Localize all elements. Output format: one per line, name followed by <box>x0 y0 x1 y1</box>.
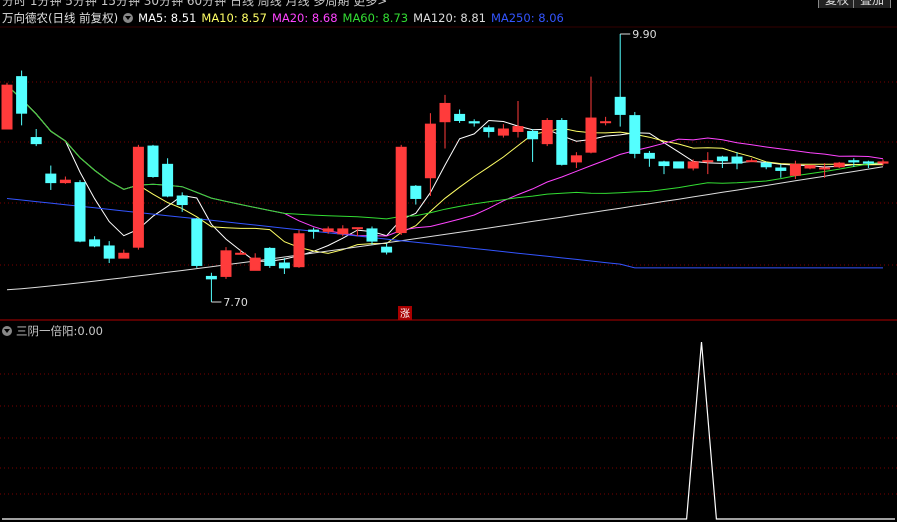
candle-body <box>760 162 772 168</box>
candle-body <box>877 161 889 164</box>
candle-body <box>205 275 217 280</box>
candle-body <box>264 247 276 266</box>
candle-body <box>819 167 831 170</box>
candle-body <box>89 239 101 247</box>
candle-body <box>804 165 816 169</box>
candle-body <box>118 252 130 259</box>
candle-body <box>308 229 320 232</box>
indicator-value: 0.00 <box>77 324 103 338</box>
candle-body <box>862 161 874 164</box>
candle-body <box>527 130 539 140</box>
candle-body <box>468 121 480 124</box>
candle-body <box>74 182 86 242</box>
candle-body <box>687 161 699 169</box>
candle-body <box>658 161 670 167</box>
indicator-name: 三阴一倍阳 <box>16 324 74 338</box>
candle-body <box>600 121 612 124</box>
candle-body <box>293 233 305 268</box>
candle-body <box>585 117 597 153</box>
candle-body <box>410 185 422 199</box>
candle-body <box>351 227 363 230</box>
candle-body <box>191 218 203 266</box>
candle-body <box>570 155 582 163</box>
candle-body <box>848 160 860 163</box>
candle-body <box>45 173 57 184</box>
candle-body <box>366 228 378 242</box>
candle-body <box>439 102 451 123</box>
candle-body <box>395 146 407 234</box>
candle-body <box>16 76 28 114</box>
candle-body <box>716 156 728 162</box>
indicator-line <box>2 341 895 520</box>
candle-body <box>381 246 393 253</box>
candle-body <box>322 228 334 232</box>
candle-body <box>1 84 13 130</box>
candle-body <box>556 119 568 165</box>
candle-body <box>833 162 845 168</box>
kline-chart[interactable]: 9.90 7.70 涨 <box>0 0 897 522</box>
candle-body <box>673 161 685 169</box>
dropdown-icon[interactable] <box>2 326 12 336</box>
candle-body <box>147 145 159 178</box>
candle-body <box>541 119 553 145</box>
candle-body <box>337 228 349 235</box>
candle-body <box>454 113 466 121</box>
candle-body <box>30 137 42 145</box>
candle-body <box>497 128 509 136</box>
candle-body <box>162 163 174 197</box>
candle-body <box>132 146 144 248</box>
candle-body <box>278 262 290 269</box>
candle-body <box>483 127 495 132</box>
candle-body <box>59 179 71 184</box>
candle-body <box>614 96 626 115</box>
candle-body <box>176 195 188 206</box>
candle-body <box>702 160 714 163</box>
limit-up-text: 涨 <box>400 308 410 320</box>
candle-body <box>746 160 758 163</box>
candle-body <box>235 252 247 255</box>
candle-body <box>512 126 524 132</box>
candle-body <box>731 156 743 164</box>
candle-body <box>643 152 655 159</box>
candle-body <box>103 245 115 259</box>
low-label: 7.70 <box>223 296 248 309</box>
indicator-header: 三阴一倍阳:0.00 <box>2 323 103 339</box>
candle-body <box>789 163 801 176</box>
candle-body <box>775 167 787 171</box>
candle-body <box>629 115 641 154</box>
candle-body <box>249 257 261 271</box>
high-label: 9.90 <box>632 28 657 41</box>
candle-body <box>424 123 436 179</box>
candle-body <box>220 250 232 277</box>
